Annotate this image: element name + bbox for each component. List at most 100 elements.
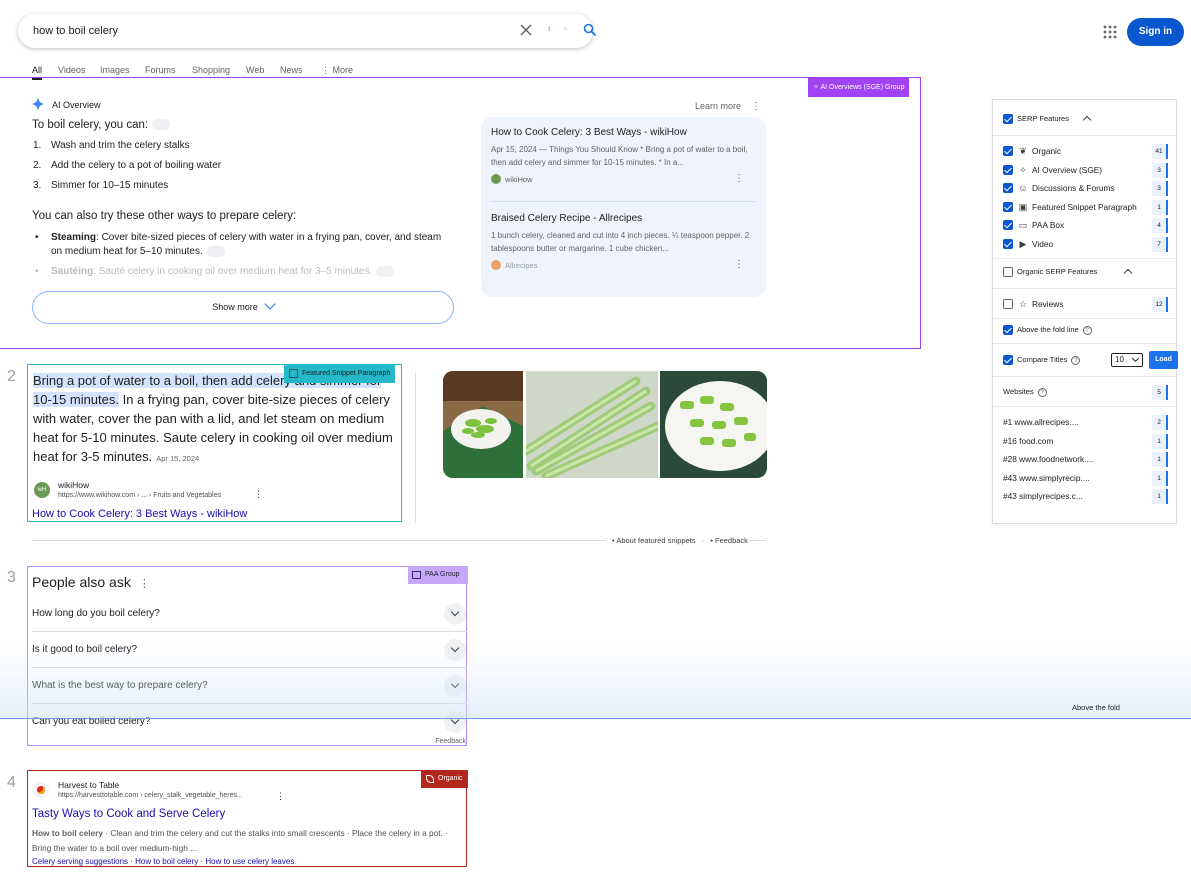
load-button[interactable]: Load bbox=[1149, 351, 1178, 369]
result-link[interactable]: Tasty Ways to Cook and Serve Celery bbox=[32, 808, 225, 820]
about-featured-snippets-link[interactable]: About featured snippets bbox=[616, 536, 695, 545]
website-row[interactable]: #16 food.com 1 bbox=[1003, 434, 1168, 449]
divider bbox=[993, 343, 1176, 344]
website-row[interactable]: #43 www.simplyrecip.... 1 bbox=[1003, 471, 1168, 486]
checkbox[interactable] bbox=[1003, 146, 1013, 156]
checkbox[interactable] bbox=[1003, 239, 1013, 249]
more-vert-icon[interactable]: ⋮ bbox=[751, 101, 761, 112]
celery-image[interactable] bbox=[526, 371, 658, 478]
tab-shopping[interactable]: Shopping bbox=[192, 65, 230, 75]
snippet-images[interactable] bbox=[443, 371, 767, 478]
checkbox[interactable] bbox=[1003, 165, 1013, 175]
learn-more-link[interactable]: Learn more ⋮ bbox=[695, 101, 761, 112]
help-icon[interactable]: ? bbox=[1071, 356, 1081, 365]
featured-snippet: Bring a pot of water to a boil, then add… bbox=[27, 364, 402, 522]
show-more-button[interactable]: Show more bbox=[32, 291, 454, 324]
site-name: Harvest to Table bbox=[58, 780, 120, 790]
sign-in-button[interactable]: Sign in bbox=[1127, 18, 1184, 46]
checkbox[interactable] bbox=[1003, 183, 1013, 193]
more-dots-icon: ⋮ bbox=[321, 65, 333, 75]
feedback-link[interactable]: Feedback bbox=[715, 536, 748, 545]
checkbox[interactable] bbox=[1003, 355, 1013, 365]
search-input[interactable]: how to boil celery bbox=[33, 25, 118, 37]
feature-row[interactable]: ❦ Organic 41 bbox=[1003, 144, 1168, 159]
tab-videos[interactable]: Videos bbox=[58, 65, 85, 75]
link-icon[interactable] bbox=[206, 245, 225, 257]
apps-grid-icon[interactable] bbox=[1103, 25, 1117, 39]
feature-row[interactable]: ▣ Featured Snippet Paragraph 1 bbox=[1003, 200, 1168, 215]
count-badge: 12 bbox=[1152, 297, 1168, 312]
paa-question[interactable]: How long do you boil celery? bbox=[32, 596, 467, 632]
website-row[interactable]: #28 www.foodnetwork.... 1 bbox=[1003, 452, 1168, 467]
feature-row[interactable]: ☺ Discussions & Forums 3 bbox=[1003, 181, 1168, 196]
help-icon[interactable]: ? bbox=[1082, 326, 1092, 335]
link-icon[interactable] bbox=[152, 119, 171, 131]
paa-question[interactable]: Can you eat boiled celery? bbox=[32, 704, 467, 740]
tab-more[interactable]: ⋮ More bbox=[321, 65, 353, 76]
above-fold-toggle[interactable]: Above the fold line? bbox=[1003, 324, 1168, 338]
more-vert-icon[interactable]: ⋮ bbox=[734, 259, 744, 270]
help-icon[interactable]: ? bbox=[1037, 388, 1047, 397]
chevron-up-icon[interactable] bbox=[1123, 268, 1133, 278]
lens-icon[interactable]: ◦ bbox=[564, 24, 567, 33]
list-item: 3. Simmer for 10–15 minutes bbox=[33, 180, 169, 191]
feedback-link[interactable]: Feedback bbox=[435, 738, 466, 745]
tab-news[interactable]: News bbox=[280, 65, 303, 75]
close-icon[interactable] bbox=[518, 22, 534, 38]
snippet-footer: • About featured snippets · ▪ Feedback bbox=[606, 536, 748, 545]
chevron-down-icon[interactable] bbox=[444, 639, 466, 661]
count-badge: 1 bbox=[1152, 489, 1168, 504]
chevron-down-icon[interactable] bbox=[444, 711, 466, 733]
result-link[interactable]: How to Cook Celery: 3 Best Ways - wikiHo… bbox=[32, 508, 247, 520]
sitelinks[interactable]: Celery serving suggestions · How to boil… bbox=[32, 857, 294, 866]
list-item: Sautéing: Sauté celery in cooking oil ov… bbox=[33, 265, 453, 279]
source-card[interactable]: How to Cook Celery: 3 Best Ways - wikiHo… bbox=[491, 127, 756, 184]
checkbox[interactable] bbox=[1003, 325, 1013, 335]
search-box[interactable]: how to boil celery ı ◦ bbox=[18, 14, 597, 48]
checkbox[interactable] bbox=[1003, 220, 1013, 230]
result-rank: 4 bbox=[7, 774, 16, 791]
count-badge: 1 bbox=[1152, 471, 1168, 486]
tab-images[interactable]: Images bbox=[100, 65, 130, 75]
website-row[interactable]: #1 www.allrecipes.... 2 bbox=[1003, 415, 1168, 430]
serp-features-toggle[interactable]: SERP Features bbox=[1003, 113, 1168, 127]
paa-icon bbox=[412, 571, 421, 579]
feature-row[interactable]: ▭ PAA Box 4 bbox=[1003, 218, 1168, 233]
website-row[interactable]: #43 simplyrecipes.c... 1 bbox=[1003, 489, 1168, 504]
count-badge: 2 bbox=[1152, 415, 1168, 430]
divider bbox=[993, 288, 1176, 289]
compare-count-select[interactable]: 10 bbox=[1111, 353, 1143, 367]
celery-image[interactable] bbox=[443, 371, 523, 478]
more-vert-icon[interactable]: ⋮ bbox=[139, 578, 150, 590]
star-icon: ☆ bbox=[1018, 299, 1028, 309]
feature-row[interactable]: ☆ Reviews 12 bbox=[1003, 297, 1168, 312]
sparkle-icon: ✧ bbox=[1019, 165, 1027, 175]
celery-image[interactable] bbox=[660, 371, 767, 478]
link-icon[interactable] bbox=[376, 265, 395, 277]
feature-row[interactable]: ✧ AI Overview (SGE) 3 bbox=[1003, 163, 1168, 178]
count-badge: 5 bbox=[1152, 385, 1168, 400]
mic-icon[interactable]: ı bbox=[548, 24, 550, 33]
more-vert-icon[interactable]: ⋮ bbox=[734, 173, 744, 184]
tab-web[interactable]: Web bbox=[246, 65, 264, 75]
wikihow-favicon bbox=[491, 174, 501, 184]
site-name: wikiHow bbox=[58, 480, 90, 490]
paa-question[interactable]: Is it good to boil celery? bbox=[32, 632, 467, 668]
tab-forums[interactable]: Forums bbox=[145, 65, 176, 75]
chevron-down-icon[interactable] bbox=[444, 675, 466, 697]
checkbox[interactable] bbox=[1003, 299, 1013, 309]
more-vert-icon[interactable]: ⋮ bbox=[276, 791, 285, 802]
ai-intro: To boil celery, you can: bbox=[32, 119, 171, 131]
checkbox[interactable] bbox=[1003, 267, 1013, 277]
ai-sources-panel: How to Cook Celery: 3 Best Ways - wikiHo… bbox=[481, 117, 766, 297]
chevron-up-icon[interactable] bbox=[1082, 115, 1092, 125]
more-vert-icon[interactable]: ⋮ bbox=[254, 489, 263, 500]
source-card[interactable]: Braised Celery Recipe - Allrecipes 1 bun… bbox=[491, 213, 756, 270]
search-icon[interactable] bbox=[583, 23, 597, 37]
organic-serp-features-toggle[interactable]: Organic SERP Features bbox=[1003, 266, 1168, 280]
checkbox[interactable] bbox=[1003, 202, 1013, 212]
feature-row[interactable]: ▶ Video 7 bbox=[1003, 237, 1168, 252]
checkbox[interactable] bbox=[1003, 114, 1013, 124]
chevron-down-icon[interactable] bbox=[444, 603, 466, 625]
paa-question[interactable]: What is the best way to prepare celery? bbox=[32, 668, 467, 704]
